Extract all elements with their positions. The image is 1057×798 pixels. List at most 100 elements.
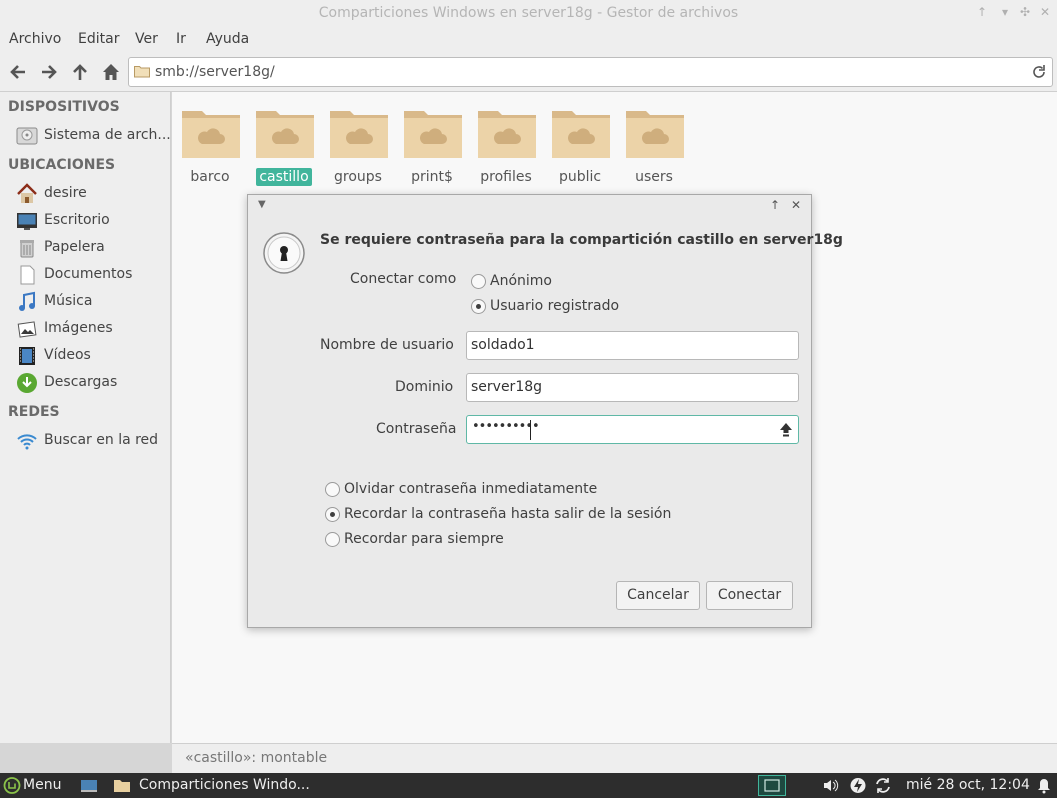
domain-field[interactable]: server18g — [466, 373, 799, 402]
radio-anonymous[interactable] — [471, 274, 486, 289]
menu-ver[interactable]: Ver — [135, 31, 158, 47]
workspace-icon — [764, 779, 780, 792]
registered-user-label[interactable]: Usuario registrado — [490, 298, 619, 314]
share-label: users — [635, 169, 673, 185]
notification-bell-icon[interactable] — [1035, 777, 1053, 794]
sidebar-item-label: Vídeos — [44, 347, 91, 363]
network-folder-icon — [404, 111, 462, 158]
keep-above-button[interactable]: ↑ — [973, 3, 991, 21]
connect-button[interactable]: Conectar — [706, 581, 793, 610]
music-icon — [19, 291, 35, 311]
menu-ir[interactable]: Ir — [176, 31, 186, 47]
radio-forget-immediately[interactable] — [325, 482, 340, 497]
menu-editar[interactable]: Editar — [78, 31, 119, 47]
password-field[interactable]: •••••••••• — [466, 415, 799, 444]
volume-icon[interactable] — [822, 777, 840, 794]
close-window-button[interactable]: ✕ — [1036, 3, 1054, 21]
share-item[interactable]: groups — [322, 106, 394, 192]
desktop-icon — [17, 213, 37, 230]
arrow-left-icon — [10, 65, 25, 79]
dialog-heading: Se requiere contraseña para la compartic… — [320, 232, 843, 248]
sidebar-item-documents[interactable]: Documentos — [0, 262, 170, 288]
mint-menu-icon[interactable] — [3, 777, 21, 794]
home-button[interactable] — [101, 62, 123, 82]
sidebar-item-videos[interactable]: Vídeos — [0, 343, 170, 369]
status-text: «castillo»: montable — [185, 750, 328, 766]
workspace-switcher[interactable] — [758, 775, 786, 796]
network-icon — [17, 434, 37, 450]
connect-as-label: Conectar como — [350, 271, 457, 287]
menu-bar: Archivo Editar Ver Ir Ayuda — [0, 28, 1057, 52]
close-dialog-button[interactable]: ✕ — [791, 198, 801, 212]
sidebar-item-label: Música — [44, 293, 93, 309]
caps-lock-icon — [780, 423, 792, 437]
menu-button[interactable]: Menu — [23, 777, 61, 793]
radio-remember-forever[interactable] — [325, 532, 340, 547]
maximize-button[interactable]: ✣ — [1016, 3, 1034, 21]
share-item[interactable]: print$ — [396, 106, 468, 192]
domain-value: server18g — [471, 379, 543, 395]
share-label: print$ — [411, 169, 453, 185]
sidebar-item-filesystem[interactable]: Sistema de arch... — [0, 123, 171, 149]
show-desktop-icon[interactable] — [80, 777, 98, 794]
network-folder-icon — [478, 111, 536, 158]
status-bar: «castillo»: montable — [172, 743, 1057, 773]
sidebar-header-devices: DISPOSITIVOS — [8, 99, 120, 115]
sidebar-item-trash[interactable]: Papelera — [0, 235, 170, 261]
sidebar-header-places: UBICACIONES — [8, 157, 116, 173]
location-path: smb://server18g/ — [155, 64, 275, 80]
sidebar-item-music[interactable]: Música — [0, 289, 170, 315]
update-icon[interactable] — [874, 777, 892, 794]
folder-icon — [114, 780, 130, 792]
forward-button[interactable] — [39, 62, 61, 82]
keep-above-button[interactable]: ↑ — [770, 198, 780, 212]
location-bar[interactable]: smb://server18g/ — [128, 57, 1053, 87]
remember-session-label[interactable]: Recordar la contraseña hasta salir de la… — [344, 506, 671, 522]
username-value: soldado1 — [471, 337, 535, 353]
parent-folder-button[interactable] — [70, 62, 92, 82]
share-item[interactable]: barco — [174, 106, 246, 192]
menu-ayuda[interactable]: Ayuda — [206, 31, 249, 47]
task-file-manager[interactable]: Comparticiones Windo... — [139, 777, 310, 793]
remember-forever-label[interactable]: Recordar para siempre — [344, 531, 504, 547]
power-icon[interactable] — [849, 777, 867, 794]
sidebar-item-downloads[interactable]: Descargas — [0, 370, 170, 396]
network-folder-icon — [626, 111, 684, 158]
sidebar: DISPOSITIVOS Sistema de arch... UBICACIO… — [0, 92, 171, 743]
document-icon — [20, 265, 35, 285]
share-item[interactable]: users — [618, 106, 690, 192]
share-item[interactable]: profiles — [470, 106, 542, 192]
sidebar-header-network: REDES — [8, 404, 60, 420]
share-item[interactable]: public — [544, 106, 616, 192]
taskbar: Menu Comparticiones Windo... mié 28 oct,… — [0, 773, 1057, 798]
radio-remember-session[interactable] — [325, 507, 340, 522]
domain-label: Dominio — [395, 379, 454, 395]
sidebar-item-label: Papelera — [44, 239, 105, 255]
menu-archivo[interactable]: Archivo — [9, 31, 61, 47]
radio-registered-user[interactable] — [471, 299, 486, 314]
window-title: Comparticiones Windows en server18g - Ge… — [318, 5, 739, 21]
share-item-selected[interactable]: castillo — [248, 106, 320, 192]
anonymous-label[interactable]: Anónimo — [490, 273, 552, 289]
forget-immediately-label[interactable]: Olvidar contraseña inmediatamente — [344, 481, 597, 497]
password-mask: •••••••••• — [472, 419, 540, 434]
username-field[interactable]: soldado1 — [466, 331, 799, 360]
network-folder-icon — [256, 111, 314, 158]
cancel-button[interactable]: Cancelar — [616, 581, 700, 610]
clock[interactable]: mié 28 oct, 12:04 — [906, 777, 1030, 793]
window-titlebar: Comparticiones Windows en server18g - Ge… — [0, 0, 1057, 28]
sidebar-item-label: Imágenes — [44, 320, 113, 336]
back-button[interactable] — [8, 62, 30, 82]
dialog-menu-button[interactable]: ▼ — [258, 199, 266, 210]
sidebar-item-desktop[interactable]: Escritorio — [0, 208, 170, 234]
sidebar-item-home[interactable]: desire — [0, 181, 170, 207]
sidebar-item-browse-network[interactable]: Buscar en la red — [0, 428, 170, 454]
sidebar-item-label: Descargas — [44, 374, 118, 390]
home-icon — [103, 64, 119, 80]
arrow-right-icon — [42, 65, 57, 79]
reload-icon[interactable] — [1030, 63, 1048, 81]
sidebar-item-pictures[interactable]: Imágenes — [0, 316, 170, 342]
keyhole-icon — [263, 232, 305, 274]
network-folder-icon — [182, 111, 240, 158]
minimize-button[interactable]: ▾ — [996, 3, 1014, 21]
